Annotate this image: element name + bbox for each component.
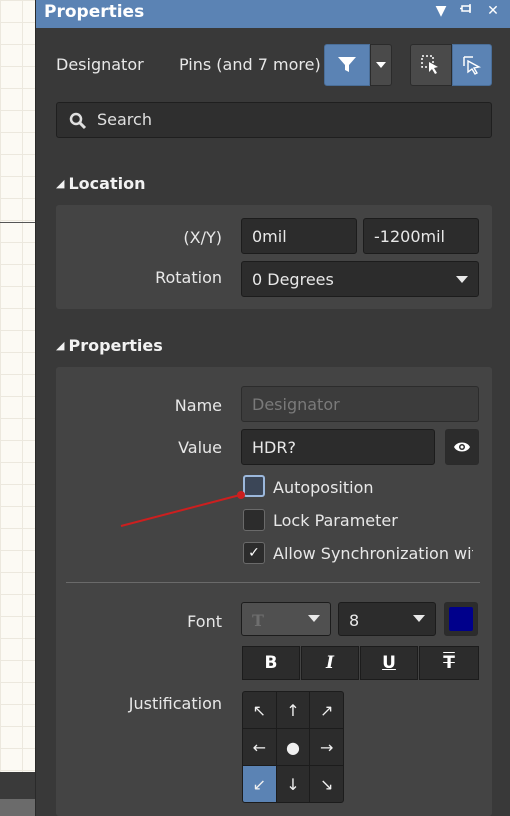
value-label: Value bbox=[178, 438, 222, 457]
justify-top-center-button[interactable]: ↑ bbox=[276, 692, 310, 728]
allow-sync-checkbox[interactable]: ✓ bbox=[243, 542, 265, 564]
rotation-value: 0 Degrees bbox=[252, 270, 334, 289]
panel-title: Properties bbox=[44, 2, 145, 22]
italic-icon: I bbox=[326, 653, 334, 673]
properties-title: Properties bbox=[68, 336, 163, 355]
autoposition-label: Autoposition bbox=[273, 478, 374, 497]
justify-bottom-center-button[interactable]: ↓ bbox=[276, 766, 310, 802]
schematic-scroll-area bbox=[0, 772, 35, 799]
justify-middle-left-button[interactable]: ← bbox=[243, 729, 276, 765]
name-label: Name bbox=[174, 396, 222, 415]
rotation-label: Rotation bbox=[155, 268, 222, 287]
strikethrough-button[interactable]: T bbox=[419, 646, 479, 680]
eye-icon bbox=[454, 442, 470, 452]
chevron-down-icon bbox=[456, 276, 468, 283]
font-color-button[interactable] bbox=[444, 602, 478, 636]
xy-label: (X/Y) bbox=[183, 228, 222, 247]
visibility-toggle-button[interactable] bbox=[445, 429, 479, 465]
justification-grid: ↖ ↑ ↗ ← ● → ↙ ↓ ↘ bbox=[242, 691, 344, 803]
justify-middle-right-button[interactable]: → bbox=[310, 729, 343, 765]
rotation-select[interactable]: 0 Degrees bbox=[241, 261, 479, 297]
object-type-label: Designator bbox=[56, 55, 144, 74]
dropdown-icon[interactable]: ▼ bbox=[433, 3, 449, 19]
filter-icon bbox=[338, 57, 356, 72]
search-icon bbox=[69, 112, 87, 130]
justify-top-left-button[interactable]: ↖ bbox=[243, 692, 276, 728]
properties-panel: Properties ▼ ✕ Designator Pins (and 7 mo… bbox=[35, 0, 510, 816]
justify-center-button[interactable]: ● bbox=[276, 729, 310, 765]
justify-top-right-button[interactable]: ↗ bbox=[310, 692, 343, 728]
collapse-triangle-icon: ◢ bbox=[56, 339, 65, 352]
justification-label: Justification bbox=[128, 694, 222, 713]
justify-bottom-right-button[interactable]: ↘ bbox=[310, 766, 343, 802]
lock-parameter-label: Lock Parameter bbox=[273, 511, 398, 530]
justify-bottom-left-button[interactable]: ↙ bbox=[243, 766, 276, 802]
panel-title-bar: Properties ▼ ✕ bbox=[36, 0, 510, 28]
chevron-down-icon bbox=[376, 62, 386, 68]
select-pointer-button[interactable] bbox=[452, 44, 492, 86]
checkmark-icon: ✓ bbox=[248, 545, 260, 561]
lock-parameter-checkbox[interactable] bbox=[243, 509, 265, 531]
font-family-select[interactable]: T bbox=[241, 602, 331, 636]
location-section-header[interactable]: ◢ Location bbox=[56, 174, 145, 193]
collapse-triangle-icon: ◢ bbox=[56, 177, 65, 190]
selection-summary[interactable]: Pins (and 7 more) bbox=[179, 55, 321, 74]
font-type-icon: T bbox=[252, 611, 264, 630]
chevron-down-icon bbox=[413, 615, 425, 622]
allow-sync-label: Allow Synchronization wit bbox=[273, 544, 473, 563]
close-icon[interactable]: ✕ bbox=[485, 3, 501, 19]
strikethrough-icon: T bbox=[443, 653, 455, 673]
search-placeholder: Search bbox=[97, 110, 152, 129]
underline-button[interactable]: U bbox=[360, 646, 418, 680]
status-bar bbox=[0, 799, 35, 816]
autoposition-checkbox[interactable] bbox=[243, 475, 265, 497]
search-input[interactable]: Search bbox=[56, 102, 492, 138]
schematic-wire bbox=[0, 222, 35, 223]
select-area-icon bbox=[421, 55, 438, 74]
name-input[interactable]: Designator bbox=[241, 386, 479, 422]
value-input[interactable]: HDR? bbox=[241, 429, 435, 465]
pin-icon[interactable] bbox=[459, 3, 475, 19]
location-title: Location bbox=[68, 174, 146, 193]
select-mode-button[interactable] bbox=[410, 44, 452, 86]
filter-dropdown-button[interactable] bbox=[370, 44, 392, 86]
section-divider bbox=[66, 582, 480, 583]
y-input[interactable]: -1200mil bbox=[363, 218, 479, 254]
chevron-down-icon bbox=[308, 615, 320, 622]
properties-section-header[interactable]: ◢ Properties bbox=[56, 336, 163, 355]
underline-icon: U bbox=[382, 653, 396, 673]
x-input[interactable]: 0mil bbox=[241, 218, 357, 254]
select-pointer-icon bbox=[463, 56, 482, 75]
font-size-value: 8 bbox=[349, 611, 360, 630]
italic-button[interactable]: I bbox=[301, 646, 359, 680]
filter-button[interactable] bbox=[324, 44, 370, 86]
schematic-canvas[interactable] bbox=[0, 0, 35, 816]
font-size-select[interactable]: 8 bbox=[338, 602, 436, 636]
font-label: Font bbox=[187, 612, 222, 631]
font-color-swatch bbox=[449, 607, 473, 631]
bold-button[interactable]: B bbox=[242, 646, 300, 680]
bold-icon: B bbox=[264, 653, 278, 673]
